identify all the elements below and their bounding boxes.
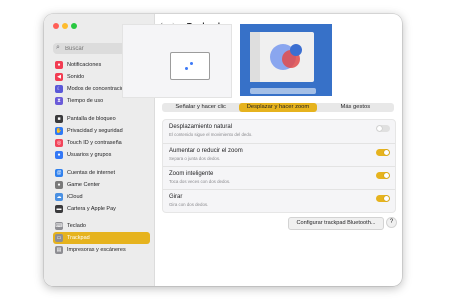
- finger-dot: [190, 62, 193, 65]
- sidebar-item-label: Trackpad: [67, 235, 90, 241]
- finger-dot: [185, 67, 188, 70]
- setting-description: Toca dos veces con dos dedos.: [169, 179, 231, 184]
- tab-point-and-click[interactable]: Señalar y hacer clic: [162, 103, 239, 112]
- sidebar-item-cuentas-de-internet[interactable]: @ Cuentas de internet: [53, 167, 150, 179]
- setting-description: Gira con dos dedos.: [169, 202, 209, 207]
- close-window-button[interactable]: [53, 23, 59, 29]
- preview-dock: [250, 88, 316, 94]
- zoom-in-out-toggle[interactable]: [376, 149, 390, 156]
- lock-icon: ■: [55, 115, 63, 123]
- sidebar-item-label: Impresoras y escáneres: [67, 247, 126, 253]
- toggle-knob: [384, 173, 389, 178]
- setting-title: Aumentar o reducir el zoom: [169, 148, 243, 154]
- setting-row-natural-scrolling: Desplazamiento natural El contenido sigu…: [163, 120, 395, 142]
- setting-title: Girar: [169, 194, 183, 200]
- setting-row-rotate: Girar Gira con dos dedos.: [163, 189, 395, 212]
- toggle-knob: [377, 126, 382, 131]
- gesture-preview-trackpad: [122, 24, 232, 98]
- toggle-knob: [384, 196, 389, 201]
- sidebar-item-label: Teclado: [67, 223, 86, 229]
- gesture-preview-screen: [240, 24, 332, 96]
- tab-more-gestures[interactable]: Más gestos: [317, 103, 394, 112]
- rotate-toggle[interactable]: [376, 195, 390, 202]
- zoom-window-button[interactable]: [71, 23, 77, 29]
- trackpad-illustration: [170, 52, 210, 80]
- smart-zoom-toggle[interactable]: [376, 172, 390, 179]
- sidebar-item-label: Game Center: [67, 182, 101, 188]
- setting-row-smart-zoom: Zoom inteligente Toca dos veces con dos …: [163, 166, 395, 189]
- sidebar-item-pantalla-de-bloqueo[interactable]: ■ Pantalla de bloqueo: [53, 113, 150, 125]
- bell-icon: ●: [55, 61, 63, 69]
- fingerprint-icon: ◎: [55, 139, 63, 147]
- tab-bar: Señalar y hacer clic Desplazar y hacer z…: [162, 103, 394, 112]
- speaker-icon: ◀: [55, 73, 63, 81]
- setting-row-zoom-in-out: Aumentar o reducir el zoom Separa o junt…: [163, 143, 395, 166]
- sidebar-item-label: Touch ID y contraseña: [67, 140, 122, 146]
- sidebar-item-label: Cartera y Apple Pay: [67, 206, 116, 212]
- keyboard-icon: ⌨: [55, 222, 63, 230]
- sidebar-item-teclado[interactable]: ⌨ Teclado: [53, 220, 150, 232]
- sidebar-item-label: Sonido: [67, 74, 85, 80]
- users-icon: ●: [55, 151, 63, 159]
- sidebar-item-usuarios-y-grupos[interactable]: ● Usuarios y grupos: [53, 149, 150, 161]
- sidebar-item-cartera-y-apple-pay[interactable]: ▬ Cartera y Apple Pay: [53, 203, 150, 215]
- setting-title: Zoom inteligente: [169, 171, 214, 177]
- sidebar-item-label: Notificaciones: [67, 62, 102, 68]
- sidebar-item-label: Modos de concentración: [67, 86, 127, 92]
- toggle-knob: [384, 150, 389, 155]
- hourglass-icon: ⧗: [55, 97, 63, 105]
- search-icon: ⌕: [56, 44, 60, 51]
- help-button[interactable]: ?: [386, 217, 397, 228]
- trackpad-icon: ▭: [55, 234, 63, 242]
- minimize-window-button[interactable]: [62, 23, 68, 29]
- configure-bluetooth-trackpad-button[interactable]: Configurar trackpad Bluetooth...: [288, 217, 384, 230]
- sidebar-item-label: Pantalla de bloqueo: [67, 116, 116, 122]
- cloud-icon: ☁: [55, 193, 63, 201]
- sidebar-item-label: Cuentas de internet: [67, 170, 116, 176]
- setting-description: El contenido sigue el movimiento del ded…: [169, 132, 253, 137]
- preview-window-sidebar: [250, 32, 260, 82]
- preview-circle: [290, 44, 302, 56]
- sidebar-item-trackpad[interactable]: ▭ Trackpad: [53, 232, 150, 244]
- sidebar-item-impresoras-y-escaneres[interactable]: ▤ Impresoras y escáneres: [53, 244, 150, 256]
- tab-scroll-and-zoom[interactable]: Desplazar y hacer zoom: [239, 103, 317, 112]
- sidebar-item-touch-id-y-contrasena[interactable]: ◎ Touch ID y contraseña: [53, 137, 150, 149]
- setting-title: Desplazamiento natural: [169, 124, 233, 130]
- printer-icon: ▤: [55, 246, 63, 254]
- hand-icon: ✋: [55, 127, 63, 135]
- setting-description: Separa o junta dos dedos.: [169, 156, 221, 161]
- at-icon: @: [55, 169, 63, 177]
- sidebar-item-label: Tiempo de uso: [67, 98, 104, 104]
- sidebar-item-game-center[interactable]: ● Game Center: [53, 179, 150, 191]
- wallet-icon: ▬: [55, 205, 63, 213]
- sidebar-item-privacidad-y-seguridad[interactable]: ✋ Privacidad y seguridad: [53, 125, 150, 137]
- game-center-icon: ●: [55, 181, 63, 189]
- sidebar-item-icloud[interactable]: ☁ iCloud: [53, 191, 150, 203]
- natural-scrolling-toggle[interactable]: [376, 125, 390, 132]
- sidebar-item-label: Usuarios y grupos: [67, 152, 112, 158]
- sidebar-item-label: Privacidad y seguridad: [67, 128, 123, 134]
- preview-window: [250, 32, 314, 82]
- settings-group: Desplazamiento natural El contenido sigu…: [162, 119, 396, 213]
- moon-icon: ☾: [55, 85, 63, 93]
- sidebar-item-label: iCloud: [67, 194, 83, 200]
